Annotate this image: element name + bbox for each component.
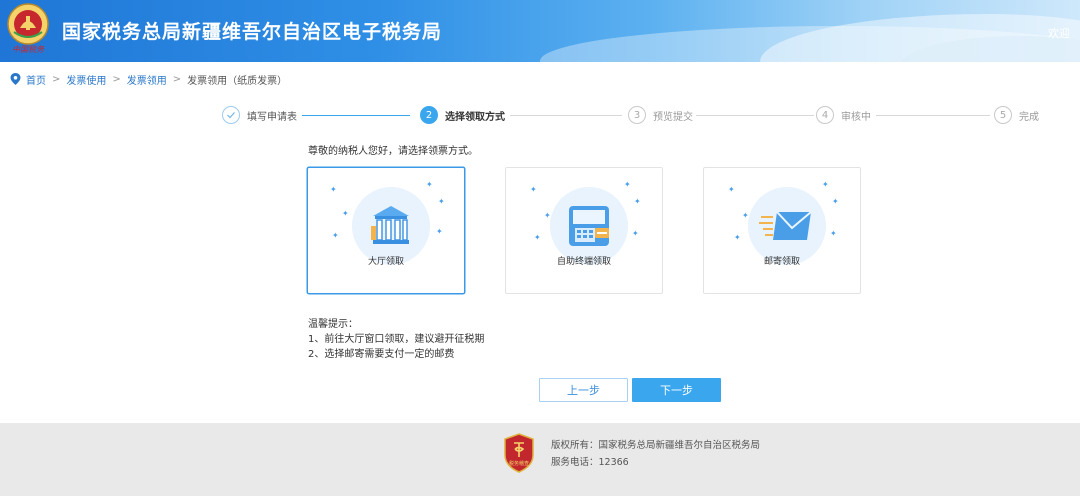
breadcrumb-invoice-claim[interactable]: 发票领用 [127,72,167,87]
step-connector [696,115,814,116]
next-step-button[interactable]: 下一步 [632,378,721,402]
tips-title: 温馨提示： [308,319,358,330]
step-connector [510,115,622,116]
step-5: 5 完成 [994,106,1039,124]
welcome-text[interactable]: 欢迎 [1048,25,1070,41]
step-label: 完成 [1019,111,1039,123]
step-connector [302,115,410,116]
tips-panel: 温馨提示： 1、前往大厅窗口领取，建议避开征税期 2、选择邮寄需要支付一定的邮费 [308,317,484,362]
option-label: 自助终端领取 [556,257,611,267]
check-icon [222,106,240,124]
breadcrumb-separator: > [52,73,61,85]
option-label: 邮寄领取 [763,257,800,267]
tip-line: 2、选择邮寄需要支付一定的邮费 [308,349,455,360]
breadcrumb-separator: > [172,73,182,85]
selection-prompt: 尊敬的纳税人您好，请选择领票方式。 [308,146,478,157]
step-number: 2 [420,106,438,124]
step-number: 5 [994,106,1012,124]
self-service-terminal-icon [569,206,609,246]
breadcrumb-invoice-usage[interactable]: 发票使用 [66,72,106,87]
breadcrumb-home[interactable]: 首页 [26,72,46,87]
step-4: 4 审核中 [816,106,871,124]
step-label: 审核中 [841,111,871,123]
tax-emblem-icon [7,3,49,45]
step-label: 填写申请表 [247,111,297,123]
tip-line: 1、前往大厅窗口领取，建议避开征税期 [308,334,485,345]
step-label: 预览提交 [653,111,693,123]
step-number: 3 [628,106,646,124]
step-connector [876,115,990,116]
site-footer: 税务稽查 版权所有：国家税务总局新疆维吾尔自治区税务局 服务电话：12366 [0,423,1080,496]
breadcrumb-current: 发票领用（纸质发票） [187,75,288,87]
emblem-text: 税务稽查 [509,460,529,467]
copyright-text: 版权所有：国家税务总局新疆维吾尔自治区税务局 [551,440,761,451]
step-3: 3 预览提交 [628,106,693,124]
site-title: 国家税务总局新疆维吾尔自治区电子税务局 [62,21,443,43]
option-card-self-service-terminal[interactable]: ✦ ✦ ✦ ✦ ✦ ✦ 自助终端领取 [505,167,663,294]
government-building-icon [371,206,409,244]
step-number: 4 [816,106,834,124]
mail-envelope-icon [759,211,812,240]
location-pin-icon [10,73,21,85]
progress-steps: 填写申请表 2 选择领取方式 3 预览提交 4 审核中 5 完成 [222,106,1042,126]
option-label: 大厅领取 [367,257,404,267]
step-label: 选择领取方式 [445,111,505,123]
breadcrumb-separator: > [112,73,121,85]
tax-inspection-shield-icon: 税务稽查 [504,433,534,473]
previous-step-button[interactable]: 上一步 [539,378,628,402]
service-phone: 服务电话：12366 [551,457,629,468]
option-card-mail-delivery[interactable]: ✦ ✦ ✦ ✦ ✦ ✦ 邮寄领取 [703,167,861,294]
option-card-hall-pickup[interactable]: ✦ ✦ ✦ ✦ ✦ ✦ 大厅领取 [307,167,465,294]
footer-info: 版权所有：国家税务总局新疆维吾尔自治区税务局 服务电话：12366 [551,437,760,471]
logo-caption: 中国税务 [12,45,44,54]
site-header: 中国税务 国家税务总局新疆维吾尔自治区电子税务局 欢迎 [0,0,1080,62]
step-1: 填写申请表 [222,106,297,124]
step-2: 2 选择领取方式 [420,106,505,124]
breadcrumb: 首页 > 发票使用 > 发票领用 > 发票领用（纸质发票） [10,72,288,87]
